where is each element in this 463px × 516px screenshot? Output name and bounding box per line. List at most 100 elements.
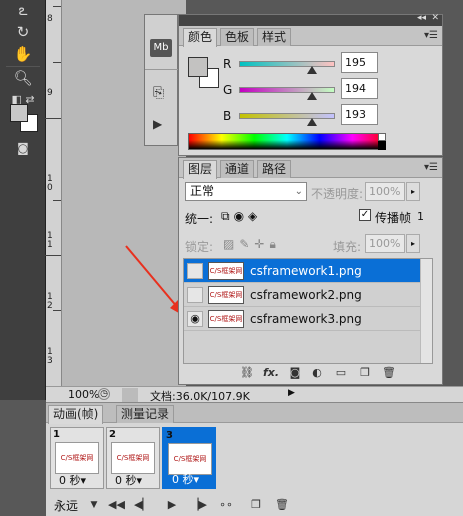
animation-frame-selected[interactable]: 3 C/S框架网 0 秒▾ — [162, 427, 216, 489]
lasso-icon[interactable]: ఽ — [10, 0, 36, 20]
loop-select[interactable]: 永远 — [54, 497, 78, 514]
b-label: B — [223, 109, 232, 123]
layer-list: C/S框架网 csframework1.png C/S框架网 csframewo… — [183, 258, 433, 364]
g-slider[interactable] — [239, 87, 335, 93]
g-value-input[interactable]: 194 — [341, 78, 378, 99]
lock-icons[interactable]: ▨✎✛🔒︎ — [223, 237, 281, 252]
animation-controls: 永远 ▼ ◀◀ ◀▏ ▶ ▕▶ ∘∘ ❐ 🗑︎ — [46, 495, 463, 515]
animation-panel: 动画(帧) 测量记录 1 C/S框架网 0 秒▾ 2 C/S框架网 0 秒▾ 3… — [46, 402, 463, 516]
animation-frame[interactable]: 2 C/S框架网 0 秒▾ — [106, 427, 160, 489]
adjustment-layer-icon[interactable]: ◐ — [309, 366, 325, 380]
b-value-input[interactable]: 193 — [341, 104, 378, 125]
ruler-label: 9 — [47, 88, 53, 98]
frame-number: 3 — [166, 430, 173, 441]
animation-tabs: 动画(帧) 测量记录 — [46, 403, 463, 424]
first-frame-icon[interactable]: ◀◀ — [108, 498, 125, 512]
panel-icon-dock: Mb ⎘ ▶ — [144, 14, 179, 146]
collapse-icon[interactable]: ◂◂ — [417, 13, 426, 23]
tab-layers[interactable]: 图层 — [183, 160, 218, 179]
next-frame-icon[interactable]: ▕▶ — [190, 498, 207, 512]
tab-paths[interactable]: 路径 — [257, 160, 292, 178]
layer-list-scrollbar[interactable] — [420, 259, 432, 363]
chevron-down-icon[interactable]: ▼ — [86, 498, 102, 512]
b-slider-thumb[interactable] — [306, 118, 317, 126]
color-spectrum-bar[interactable] — [188, 133, 386, 150]
layer-row[interactable]: C/S框架网 csframework2.png — [184, 283, 432, 307]
r-slider-thumb[interactable] — [307, 66, 318, 74]
delete-layer-icon[interactable]: 🗑︎ — [381, 366, 397, 380]
quick-mask-icon[interactable]: ◙ — [10, 138, 36, 158]
fill-dropdown-button[interactable]: ▸ — [406, 234, 420, 253]
opacity-input[interactable]: 100% — [365, 182, 405, 201]
layer-name[interactable]: csframework2.png — [250, 288, 362, 302]
panel-menu-icon[interactable]: ▾☰ — [424, 162, 438, 173]
close-icon[interactable]: ✕ — [431, 13, 439, 23]
r-value-input[interactable]: 195 — [341, 52, 378, 73]
tab-color[interactable]: 颜色 — [183, 28, 218, 47]
layers-panel: 图层 通道 路径 ▾☰ 正常 ⌄ 不透明度: 100% ▸ 统一: ⧉◉◈ ✓ … — [178, 157, 443, 385]
clock-icon: ◷ — [98, 388, 110, 400]
r-slider[interactable] — [239, 61, 335, 67]
ruler-label: 1 3 — [47, 347, 53, 366]
frame-thumbnail: C/S框架网 — [55, 442, 99, 474]
layer-thumbnail: C/S框架网 — [208, 262, 244, 280]
layer-thumbnail: C/S框架网 — [208, 286, 244, 304]
panel-header[interactable]: ◂◂ ✕ — [179, 13, 442, 26]
panel-menu-icon[interactable]: ▾☰ — [424, 30, 438, 41]
visibility-toggle[interactable] — [187, 287, 203, 303]
propagate-value: 1 — [417, 210, 424, 223]
layer-name[interactable]: csframework1.png — [250, 264, 362, 278]
layers-footer: ⛓ fx. ◙ ◐ ▭ ❐ 🗑︎ — [239, 366, 439, 382]
propagate-label: 传播帧 — [375, 211, 412, 225]
new-group-icon[interactable]: ▭ — [333, 366, 349, 380]
link-layers-icon[interactable]: ⛓ — [239, 366, 255, 380]
delete-frame-icon[interactable]: 🗑︎ — [274, 498, 290, 512]
tab-swatches[interactable]: 色板 — [220, 28, 255, 46]
layer-name[interactable]: csframework3.png — [250, 312, 362, 326]
propagate-checkbox[interactable]: ✓ — [359, 209, 371, 221]
history-icon[interactable]: ⎘ — [153, 85, 164, 101]
layer-row[interactable]: ◉ C/S框架网 csframework3.png — [184, 307, 432, 331]
tab-animation-frames[interactable]: 动画(帧) — [48, 405, 104, 424]
new-layer-icon[interactable]: ❐ — [357, 366, 373, 380]
b-slider[interactable] — [239, 113, 335, 119]
frame-delay[interactable]: 0 秒▾ — [172, 471, 199, 487]
ruler-label: 1 0 — [47, 174, 53, 193]
visibility-toggle[interactable] — [187, 263, 203, 279]
tab-styles[interactable]: 样式 — [257, 28, 292, 46]
zoom-icon[interactable]: 🔍︎ — [10, 68, 36, 88]
frame-number: 1 — [53, 429, 60, 440]
opacity-dropdown-button[interactable]: ▸ — [406, 182, 420, 201]
color-panel-tabs: 颜色 色板 样式 ▾☰ — [179, 26, 442, 47]
mini-bridge-icon[interactable]: Mb — [150, 39, 172, 57]
tab-measurement-log[interactable]: 测量记录 — [116, 405, 175, 423]
status-menu-arrow-icon[interactable]: ▶ — [288, 388, 295, 398]
tween-icon[interactable]: ∘∘ — [218, 498, 234, 512]
add-mask-icon[interactable]: ◙ — [287, 366, 303, 380]
frame-delay[interactable]: 0 秒▾ — [115, 472, 142, 488]
actions-play-icon[interactable]: ▶ — [153, 117, 162, 131]
hand-icon[interactable]: ✋ — [10, 44, 36, 64]
layer-thumbnail: C/S框架网 — [208, 310, 244, 328]
frame-thumbnail: C/S框架网 — [111, 442, 155, 474]
previous-frame-icon[interactable]: ◀▏ — [134, 498, 151, 512]
layer-row[interactable]: C/S框架网 csframework1.png — [184, 259, 432, 283]
zoom-level[interactable]: 100% — [68, 388, 99, 401]
duplicate-frame-icon[interactable]: ❐ — [248, 498, 264, 512]
frame-delay[interactable]: 0 秒▾ — [59, 472, 86, 488]
fx-icon[interactable]: fx. — [263, 366, 279, 380]
scroll-thumb[interactable] — [122, 388, 138, 402]
blend-mode-select[interactable]: 正常 ⌄ — [185, 182, 307, 201]
animation-frame[interactable]: 1 C/S框架网 0 秒▾ — [50, 427, 104, 489]
tool-divider — [6, 66, 40, 67]
eye-icon[interactable]: ◉ — [187, 311, 203, 327]
fill-label: 填充: — [333, 240, 362, 254]
tab-channels[interactable]: 通道 — [220, 160, 255, 178]
fill-input[interactable]: 100% — [365, 234, 405, 253]
foreground-color-box[interactable] — [188, 57, 208, 77]
foreground-color-swatch-top[interactable] — [10, 104, 28, 122]
g-slider-thumb[interactable] — [307, 92, 318, 100]
rotate-view-icon[interactable]: ↻ — [10, 22, 36, 42]
play-icon[interactable]: ▶ — [164, 498, 180, 512]
unify-icons[interactable]: ⧉◉◈ — [221, 209, 261, 224]
